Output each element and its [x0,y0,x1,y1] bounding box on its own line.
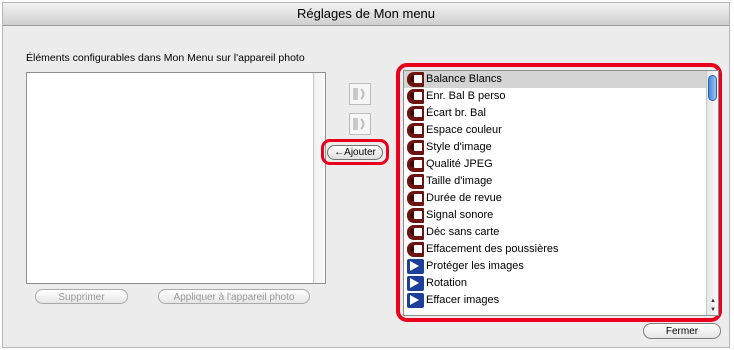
list-item-label: Taille d'image [426,175,493,187]
list-item[interactable]: Qualité JPEG [404,156,706,173]
list-item-label: Qualité JPEG [426,158,493,170]
list-item[interactable]: Taille d'image [404,173,706,190]
list-item[interactable]: Effacer images [404,292,706,309]
available-items-scrollbar[interactable]: ▲ ▼ [706,71,718,315]
scrollbar-thumb[interactable] [708,75,717,101]
configurable-items-label: Éléments configurables dans Mon Menu sur… [26,52,305,64]
list-item[interactable]: Balance Blancs [404,71,706,88]
list-item[interactable]: Espace couleur [404,122,706,139]
my-menu-items-list[interactable] [26,72,326,284]
list-item[interactable]: Rotation [404,275,706,292]
list-item[interactable]: Style d'image [404,139,706,156]
shooting-menu-icon [407,89,424,104]
list-item[interactable]: Signal sonore [404,207,706,224]
list-item-label: Effacement des poussières [426,243,559,255]
shooting-menu-icon [407,174,424,189]
shooting-menu-icon [407,106,424,121]
move-down-icon[interactable] [349,113,371,135]
list-item[interactable]: Déc sans carte [404,224,706,241]
apply-to-camera-button[interactable]: Appliquer à l'appareil photo [158,289,310,304]
list-item-label: Effacer images [426,294,500,306]
list-item-label: Écart br. Bal [426,107,486,119]
shooting-menu-icon [407,157,424,172]
available-items-list[interactable]: Balance Blancs Enr. Bal B perso Écart br… [403,70,719,316]
add-button[interactable]: ←Ajouter [327,145,383,160]
shooting-menu-icon [407,191,424,206]
list-item-label: Durée de revue [426,192,502,204]
list-item-label: Rotation [426,277,467,289]
scroll-up-arrow-icon[interactable]: ▲ [710,298,716,304]
list-item-label: Enr. Bal B perso [426,90,506,102]
list-item[interactable]: Protéger les images [404,258,706,275]
list-item[interactable]: Effacement des poussières [404,241,706,258]
list-item-label: Espace couleur [426,124,502,136]
window-title: Réglages de Mon menu [3,3,729,26]
list-item[interactable]: Écart br. Bal [404,105,706,122]
close-button[interactable]: Fermer [643,323,721,339]
available-items-rows: Balance Blancs Enr. Bal B perso Écart br… [404,71,706,309]
shooting-menu-icon [407,208,424,223]
list-item-label: Signal sonore [426,209,494,221]
scroll-down-arrow-icon[interactable]: ▼ [710,307,716,313]
delete-button[interactable]: Supprimer [35,289,128,304]
playback-menu-icon [407,276,424,291]
playback-menu-icon [407,293,424,308]
list-item[interactable]: Enr. Bal B perso [404,88,706,105]
list-item-label: Style d'image [426,141,492,153]
list-item[interactable]: Durée de revue [404,190,706,207]
shooting-menu-icon [407,140,424,155]
list-item-label: Protéger les images [426,260,524,272]
playback-menu-icon [407,259,424,274]
shooting-menu-icon [407,242,424,257]
list-item-label: Balance Blancs [426,73,502,85]
left-list-scrollbar[interactable] [313,73,325,283]
add-button-highlight: ←Ajouter [321,139,389,165]
shooting-menu-icon [407,72,424,87]
list-item-label: Déc sans carte [426,226,500,238]
move-up-icon[interactable] [349,83,371,105]
shooting-menu-icon [407,123,424,138]
shooting-menu-icon [407,225,424,240]
